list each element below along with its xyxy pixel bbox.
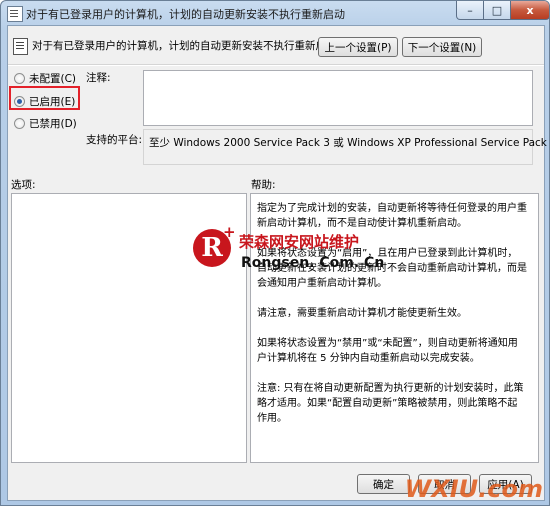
supported-platform-field: 至少 Windows 2000 Service Pack 3 或 Windows… <box>143 129 549 165</box>
help-label: 帮助: <box>251 179 276 191</box>
radio-button-icon[interactable] <box>14 118 25 129</box>
help-paragraph: 请注意，需要重新启动计算机才能使更新生效。 <box>257 308 467 319</box>
watermark-brand-en: Rongsen. Com. Cn <box>241 255 385 271</box>
radio-disabled[interactable]: 已禁用(D) <box>14 116 77 131</box>
close-button[interactable]: x <box>510 1 549 20</box>
help-paragraph: 如果将状态设置为“禁用”或“未配置”，则自动更新将通知用户计算机将在 5 分钟内… <box>257 338 518 364</box>
policy-title: 对于有已登录用户的计算机，计划的自动更新安装不执行重新启动 <box>32 40 337 52</box>
policy-icon <box>7 6 23 22</box>
help-paragraph: 指定为了完成计划的安装，自动更新将等待任何登录的用户重新启动计算机，而不是自动使… <box>257 203 527 229</box>
next-setting-button[interactable]: 下一个设置(N) <box>402 37 482 57</box>
comment-label: 注释: <box>86 72 111 84</box>
watermark-wxiu: WXIU.com <box>404 475 543 503</box>
radio-not-configured[interactable]: 未配置(C) <box>14 71 76 86</box>
supported-platform-value: 至少 Windows 2000 Service Pack 3 或 Windows… <box>149 137 550 149</box>
title-bar[interactable]: 对于有已登录用户的计算机，计划的自动更新安装不执行重新启动 – □ x <box>1 1 549 25</box>
watermark-plus: + <box>223 223 236 241</box>
minimize-button[interactable]: – <box>456 1 484 20</box>
policy-setting-icon <box>13 38 28 55</box>
radio-button-icon[interactable] <box>14 73 25 84</box>
dialog-window: 对于有已登录用户的计算机，计划的自动更新安装不执行重新启动 – □ x 对于有已… <box>0 0 550 506</box>
enabled-highlight-box <box>9 86 80 110</box>
window-title: 对于有已登录用户的计算机，计划的自动更新安装不执行重新启动 <box>26 8 345 21</box>
radio-label: 未配置(C) <box>29 73 77 85</box>
maximize-button[interactable]: □ <box>483 1 511 20</box>
watermark-brand-cn: 荣森网安网站维护 <box>239 233 360 251</box>
header-divider <box>8 64 544 66</box>
previous-setting-button[interactable]: 上一个设置(P) <box>318 37 398 57</box>
comment-textarea[interactable] <box>143 70 533 126</box>
options-label: 选项: <box>11 179 36 191</box>
radio-label: 已禁用(D) <box>29 118 77 130</box>
help-paragraph: 注意: 只有在将自动更新配置为执行更新的计划安装时，此策略才适用。如果“配置自动… <box>257 383 524 424</box>
ok-button[interactable]: 确定 <box>357 474 410 494</box>
supported-platform-label: 支持的平台: <box>86 134 143 146</box>
